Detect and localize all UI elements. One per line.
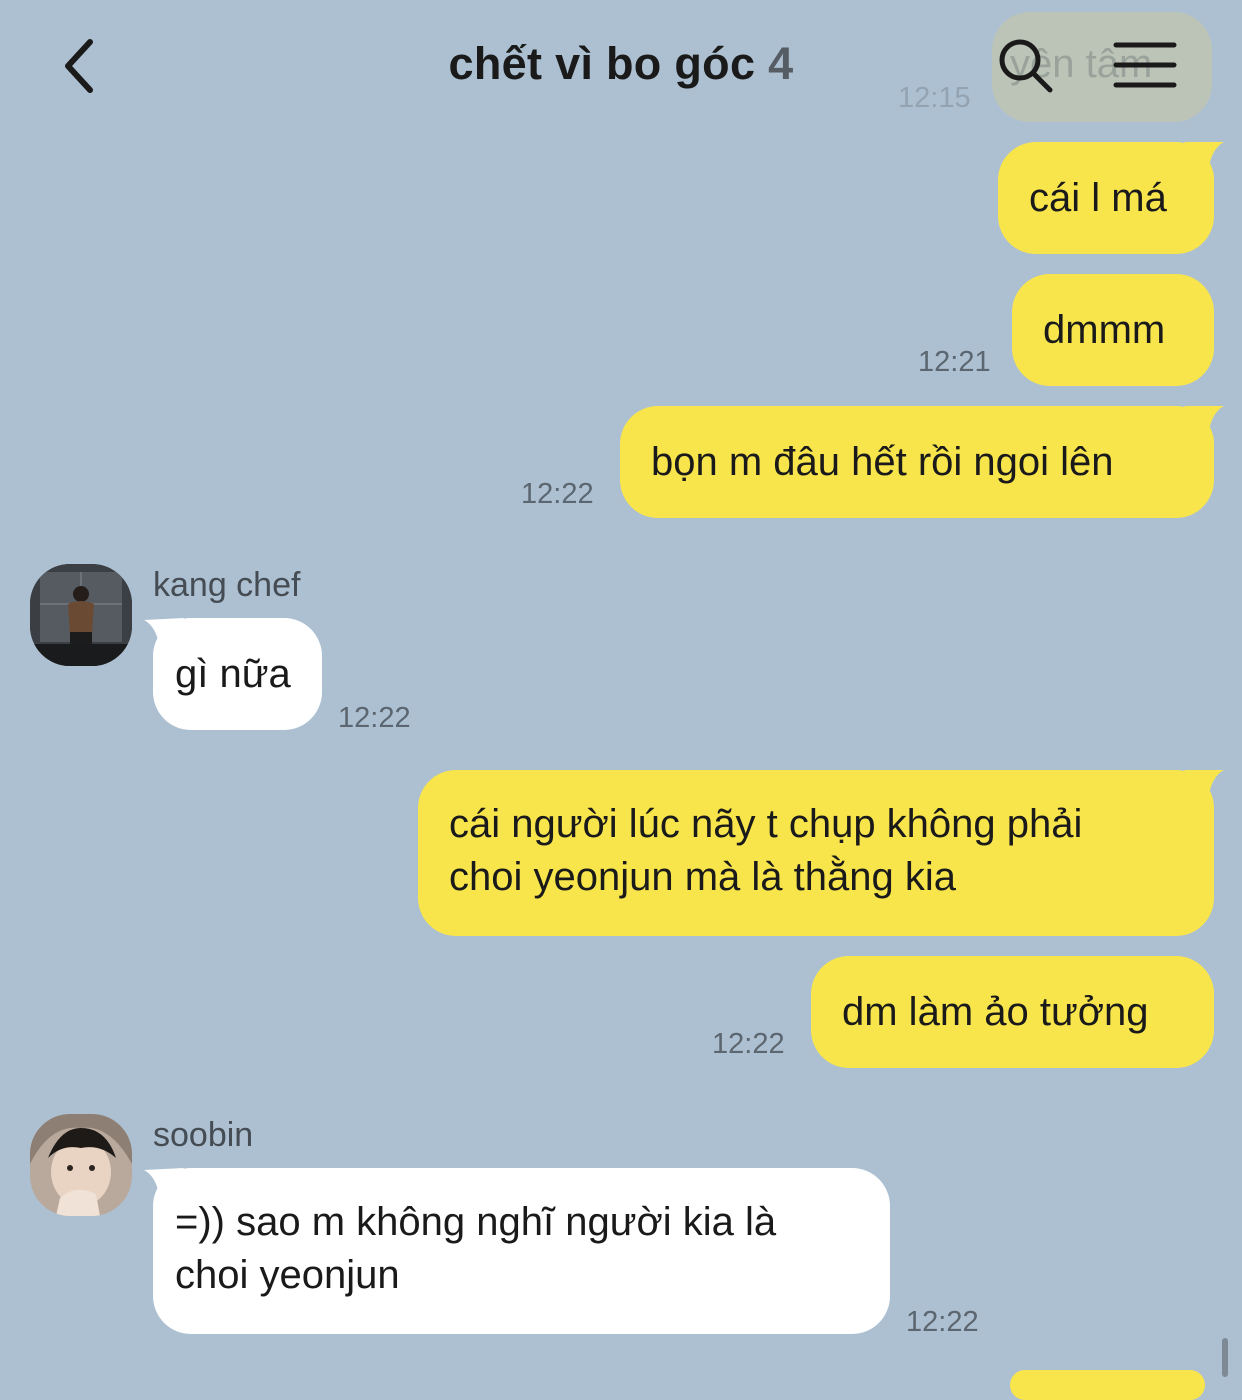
chat-header: chết vì bo góc 4 — [0, 0, 1242, 130]
message-text: dm làm ảo tưởng — [842, 990, 1149, 1034]
profile-photo — [30, 1114, 132, 1216]
message-time: 12:22 — [521, 478, 594, 510]
sender-name: soobin — [153, 1116, 254, 1154]
message-time: 12:22 — [338, 702, 411, 734]
avatar-kang-chef[interactable] — [30, 564, 132, 666]
search-button[interactable] — [992, 32, 1058, 98]
message-text: gì nữa — [175, 652, 291, 696]
message-bubble-mine[interactable]: bọn m đâu hết rồi ngoi lên — [620, 406, 1214, 518]
chat-title-text: chết vì bo góc — [448, 38, 756, 89]
message-text: cái l má — [1029, 176, 1167, 220]
scrollbar[interactable] — [1222, 1338, 1228, 1377]
message-bubble-mine-partial[interactable] — [1010, 1370, 1205, 1400]
message-bubble-mine[interactable]: dmmm — [1012, 274, 1214, 386]
message-line: choi yeonjun mà là thằng kia — [449, 855, 956, 899]
message-bubble-mine[interactable]: cái người lúc nãy t chụp không phải choi… — [418, 770, 1214, 936]
search-icon — [999, 39, 1053, 93]
message-line: choi yeonjun — [175, 1253, 400, 1297]
message-text: dmmm — [1043, 308, 1166, 352]
message-bubble-theirs[interactable]: =)) sao m không nghĩ người kia là choi y… — [153, 1168, 890, 1334]
member-count: 4 — [768, 38, 794, 89]
message-time: 12:22 — [906, 1306, 979, 1338]
bubble-tail — [1184, 770, 1224, 798]
hamburger-menu-icon — [1113, 42, 1177, 88]
profile-photo — [30, 564, 132, 666]
sender-name: kang chef — [153, 566, 301, 604]
avatar-soobin[interactable] — [30, 1114, 132, 1216]
message-line: cái người lúc nãy t chụp không phải — [449, 802, 1083, 846]
message-time: 12:22 — [712, 1028, 785, 1060]
chat-room: yên tâm 12:15 chết vì bo góc 4 cái l má … — [0, 0, 1242, 1400]
bubble-tail — [144, 1168, 184, 1198]
message-bubble-mine[interactable]: cái l má — [998, 142, 1214, 254]
menu-button[interactable] — [1108, 32, 1182, 98]
message-time: 12:21 — [918, 346, 991, 378]
message-bubble-mine[interactable]: dm làm ảo tưởng — [811, 956, 1214, 1068]
message-line: =)) sao m không nghĩ người kia là — [175, 1200, 777, 1244]
message-text: bọn m đâu hết rồi ngoi lên — [651, 440, 1114, 484]
bubble-tail — [144, 618, 184, 648]
bubble-tail — [1184, 406, 1224, 434]
bubble-tail — [1184, 142, 1224, 170]
